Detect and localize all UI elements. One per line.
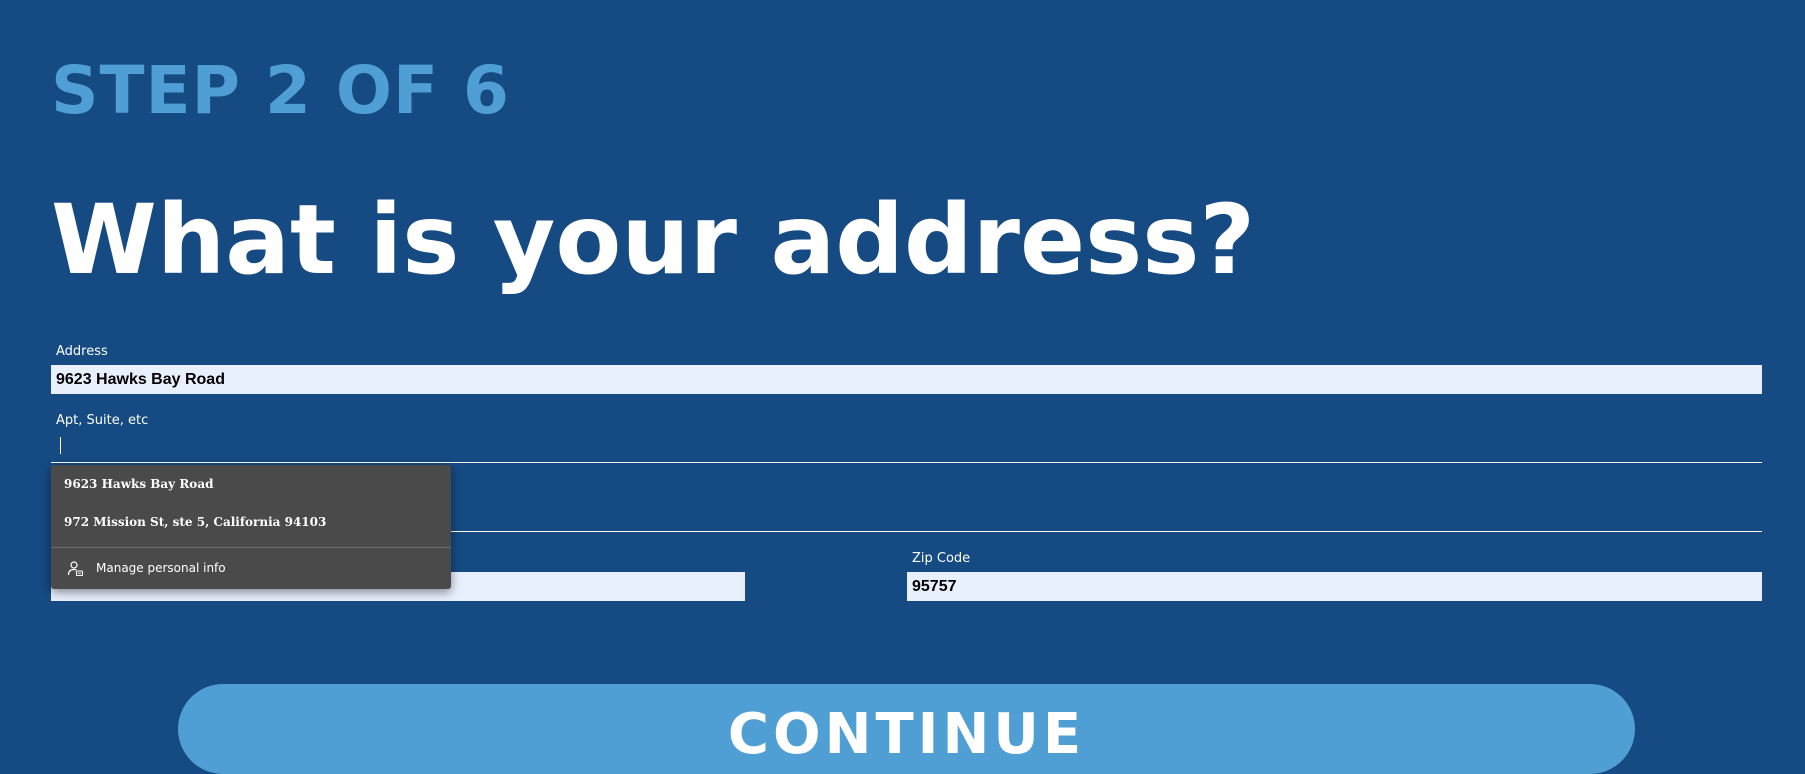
apt-input[interactable] xyxy=(51,431,1762,463)
continue-button[interactable]: CONTINUE xyxy=(178,684,1635,774)
text-caret xyxy=(60,437,61,454)
address-label: Address xyxy=(56,344,108,359)
zip-label: Zip Code xyxy=(912,551,971,566)
manage-personal-info-item[interactable]: Manage personal info xyxy=(51,549,451,587)
apt-label: Apt, Suite, etc xyxy=(56,413,149,428)
step-indicator: STEP 2 OF 6 xyxy=(51,52,510,129)
autofill-divider xyxy=(51,547,451,548)
address-input[interactable] xyxy=(51,365,1762,394)
autofill-dropdown: 9623 Hawks Bay Road 972 Mission St, ste … xyxy=(51,465,451,589)
autofill-suggestion[interactable]: 972 Mission St, ste 5, California 94103 xyxy=(64,515,326,529)
manage-personal-info-label: Manage personal info xyxy=(96,561,226,575)
page-title: What is your address? xyxy=(51,184,1256,296)
zip-input[interactable] xyxy=(907,572,1762,601)
autofill-suggestion[interactable]: 9623 Hawks Bay Road xyxy=(64,477,213,491)
person-card-icon xyxy=(67,561,84,577)
